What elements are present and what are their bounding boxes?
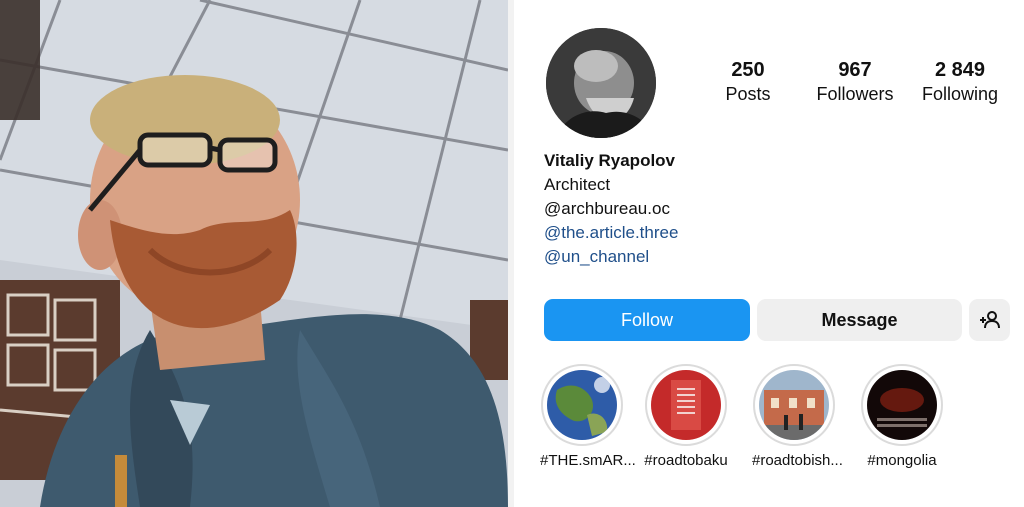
highlight-earth-image — [547, 370, 617, 440]
profile-panel: 250 Posts 967 Followers 2 849 Following … — [508, 0, 1024, 507]
highlight-ring — [645, 364, 727, 446]
followers-stat[interactable]: 967 Followers — [802, 58, 908, 106]
following-label: Following — [921, 84, 999, 104]
bio-handle: @archbureau.oc — [544, 199, 670, 218]
profile-photo — [0, 0, 508, 507]
bio-occupation: Architect — [544, 175, 611, 194]
highlight-item[interactable]: #THE.smAR... — [540, 364, 636, 470]
posts-stat[interactable]: 250 Posts — [710, 58, 786, 106]
highlight-red-poster-image — [651, 370, 721, 440]
posts-count: 250 — [731, 59, 765, 81]
bio-link-channel[interactable]: @un_channel — [544, 245, 678, 269]
following-stat[interactable]: 2 849 Following — [910, 58, 1010, 106]
profile-name: Vitaliy Ryapolov — [544, 151, 676, 170]
profile-bio: Vitaliy Ryapolov Architect @archbureau.o… — [544, 149, 678, 269]
suggest-user-button[interactable] — [969, 299, 1010, 341]
following-count: 2 849 — [934, 59, 986, 81]
follow-button[interactable]: Follow — [544, 299, 750, 341]
highlight-ring — [541, 364, 623, 446]
highlight-caption: #THE.smAR... — [540, 452, 636, 469]
message-button[interactable]: Message — [757, 299, 962, 341]
posts-label: Posts — [725, 84, 771, 104]
highlight-item[interactable]: #roadtobish... — [752, 364, 843, 470]
followers-label: Followers — [816, 84, 894, 104]
highlight-item[interactable]: #roadtobaku — [644, 364, 728, 470]
highlight-dark-image — [867, 370, 937, 440]
avatar-image — [546, 28, 656, 138]
highlight-caption: #roadtobaku — [644, 452, 728, 469]
profile-avatar[interactable] — [546, 28, 656, 138]
add-person-icon — [979, 311, 1000, 329]
bio-link-article[interactable]: @the.article.three — [544, 221, 678, 245]
highlight-ring — [861, 364, 943, 446]
selfie-illustration — [0, 0, 508, 507]
followers-count: 967 — [838, 59, 872, 81]
highlight-caption: #mongolia — [867, 452, 937, 469]
highlight-caption: #roadtobish... — [752, 452, 843, 469]
highlight-item[interactable]: #mongolia — [860, 364, 944, 470]
highlight-building-image — [759, 370, 829, 440]
highlight-ring — [753, 364, 835, 446]
